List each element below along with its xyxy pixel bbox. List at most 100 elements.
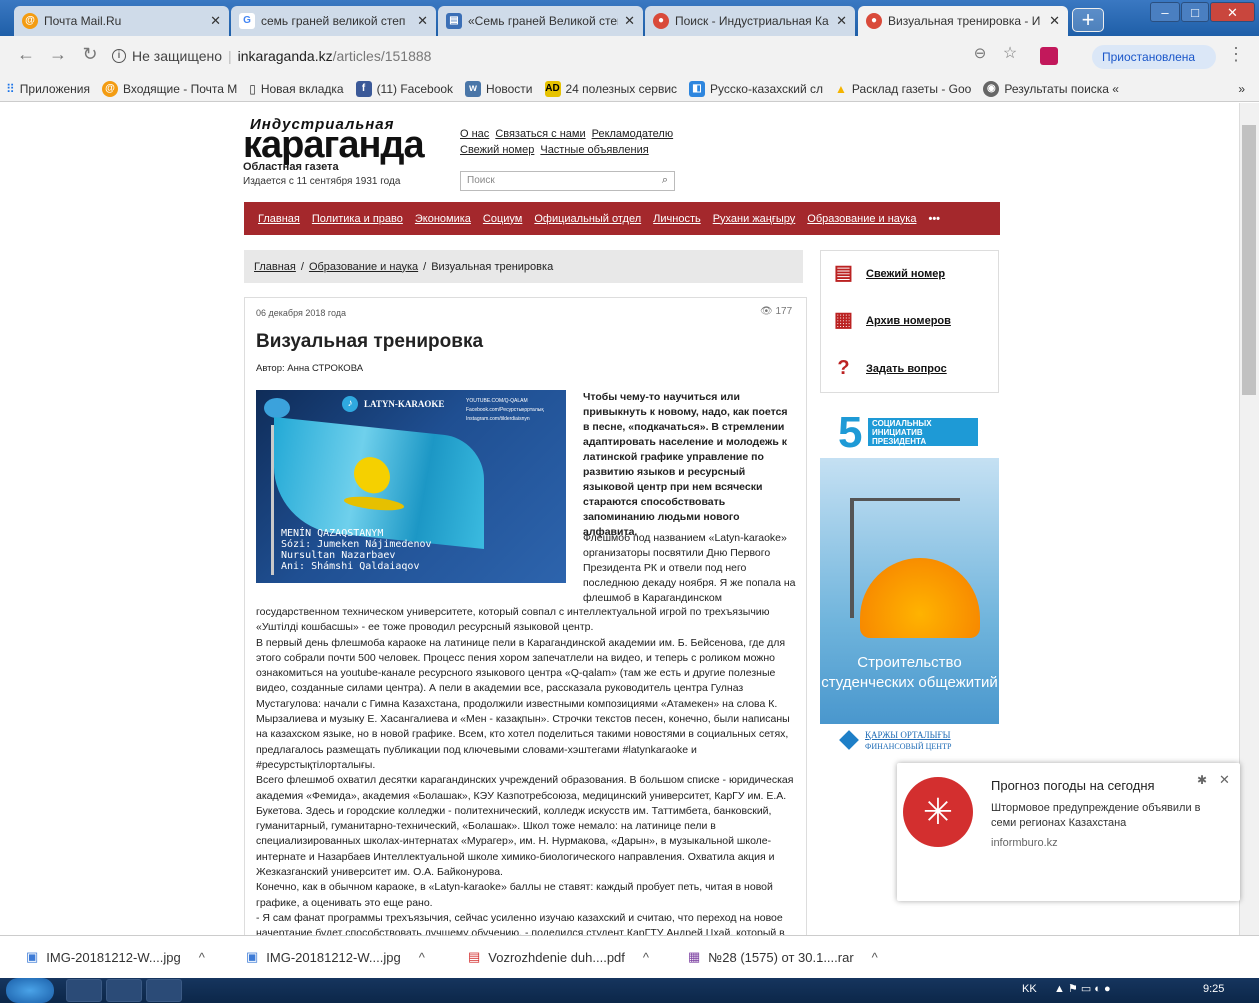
crumb-section[interactable]: Образование и наука	[309, 261, 418, 273]
close-icon[interactable]: ✕	[836, 13, 847, 29]
explorer-taskbar-icon[interactable]	[106, 979, 142, 1002]
link-classifieds[interactable]: Частные объявления	[540, 144, 648, 156]
close-icon[interactable]: ✕	[1219, 772, 1230, 788]
tray-icons[interactable]: ▲ ⚑ ▭ ◐ ●	[1054, 982, 1111, 995]
mailru-icon: @	[22, 13, 38, 29]
close-icon[interactable]: ✕	[210, 13, 221, 29]
download-item[interactable]: ▣ IMG-20181212-W....jpg ^	[246, 944, 425, 970]
apps-icon: ⠿	[6, 81, 15, 96]
nav-rukhani[interactable]: Рухани жаңғыру	[713, 213, 796, 225]
bookmark-label: 24 полезных сервис	[565, 81, 678, 96]
push-notification[interactable]: ✳ Прогноз погоды на сегодня Штормовое пр…	[897, 763, 1240, 901]
site-search-input[interactable]: Поиск ⌕	[460, 171, 675, 191]
crane-arm	[850, 498, 960, 501]
new-tab-button[interactable]: +	[1072, 8, 1104, 32]
nav-personality[interactable]: Личность	[653, 213, 701, 225]
gear-icon[interactable]: ✱	[1197, 773, 1207, 787]
close-icon[interactable]: ✕	[624, 13, 635, 29]
start-button[interactable]	[6, 978, 54, 1003]
image-links: YOUTUBE.COM/Q-QALAM Facebook.com/Ресурст…	[466, 397, 544, 424]
image-line: Sózi: Jumeken Nájimedenov	[281, 539, 432, 550]
music-icon: ♪	[342, 396, 358, 412]
banner-number: 5	[838, 408, 863, 457]
bookmark-services[interactable]: AD 24 полезных сервис	[539, 80, 684, 97]
banner-sponsor2: ФИНАНСОВЫЙ ЦЕНТР	[865, 742, 952, 751]
nav-official[interactable]: Официальный отдел	[534, 213, 641, 225]
bookmark-facebook[interactable]: f (11) Facebook	[350, 80, 459, 97]
zoom-icon[interactable]: ⊖	[970, 44, 990, 64]
back-icon[interactable]: ←	[16, 44, 36, 64]
nav-more[interactable]: •••	[928, 213, 940, 225]
url-field[interactable]: i Не защищено | inkaraganda.kz/articles/…	[112, 42, 1052, 70]
chevron-up-icon[interactable]: ^	[872, 950, 878, 965]
download-item[interactable]: ▦ №28 (1575) от 30.1....rar ^	[688, 944, 878, 970]
word-taskbar-icon[interactable]	[146, 979, 182, 1002]
nav-economy[interactable]: Экономика	[415, 213, 471, 225]
sidebar-item-fresh[interactable]: ▤ Свежий номер	[831, 261, 945, 286]
tab-google[interactable]: G семь граней великой степ ✕	[231, 6, 436, 36]
download-item[interactable]: ▤ Vozrozhdenie duh....pdf ^	[468, 944, 649, 970]
nav-politics[interactable]: Политика и право	[312, 213, 403, 225]
reload-icon[interactable]: ↻	[80, 44, 100, 64]
sidebar-banner[interactable]: 5 СОЦИАЛЬНЫХ ИНИЦИАТИВ ПРЕЗИДЕНТА Строит…	[820, 408, 999, 766]
profile-paused-button[interactable]: Приостановлена	[1092, 45, 1216, 69]
rar-file-icon: ▦	[688, 949, 701, 964]
close-icon[interactable]: ✕	[417, 13, 428, 29]
bookmark-label: Приложения	[19, 81, 91, 96]
scrollbar-thumb[interactable]	[1242, 125, 1256, 395]
bookmark-inbox[interactable]: @ Входящие - Почта М	[96, 80, 243, 97]
nav-education[interactable]: Образование и наука	[807, 213, 916, 225]
bookmark-newtab[interactable]: ▯ Новая вкладка	[243, 82, 349, 96]
chevron-up-icon[interactable]: ^	[199, 950, 205, 965]
notification-source: informburo.kz	[991, 837, 1058, 849]
close-icon[interactable]: ✕	[1049, 13, 1060, 29]
info-icon[interactable]: i	[112, 49, 126, 63]
chevron-up-icon[interactable]: ^	[643, 950, 649, 965]
more-bookmarks-icon[interactable]: »	[1238, 82, 1259, 96]
nav-society[interactable]: Социум	[483, 213, 522, 225]
google-icon: G	[239, 13, 255, 29]
top-links-row2: Свежий номер Частные объявления	[460, 144, 649, 156]
maximize-button[interactable]: □	[1181, 2, 1209, 22]
close-window-button[interactable]: ✕	[1210, 2, 1255, 22]
bookmark-news[interactable]: w Новости	[459, 80, 538, 97]
bookmark-drive[interactable]: ▲ Расклад газеты - Goo	[829, 82, 977, 96]
link-contact[interactable]: Связаться с нами	[495, 128, 585, 140]
search-icon[interactable]: ⌕	[662, 174, 668, 187]
sidebar-item-question[interactable]: ? Задать вопрос	[831, 356, 946, 381]
search-result-icon: ◉	[983, 80, 1000, 97]
chevron-up-icon[interactable]: ^	[419, 950, 425, 965]
clock[interactable]: 9:25	[1203, 983, 1224, 995]
bookmark-apps[interactable]: ⠿ Приложения	[0, 82, 96, 96]
tab-mailru[interactable]: @ Почта Mail.Ru ✕	[14, 6, 229, 36]
minimize-button[interactable]: –	[1150, 2, 1180, 22]
bookmark-label: (11) Facebook	[376, 81, 454, 96]
download-item[interactable]: ▣ IMG-20181212-W....jpg ^	[26, 944, 205, 970]
download-name: №28 (1575) от 30.1....rar	[708, 949, 854, 965]
crumb-home[interactable]: Главная	[254, 261, 296, 273]
menu-icon[interactable]: ⋮	[1226, 44, 1246, 64]
tab-active[interactable]: ● Визуальная тренировка - И ✕	[858, 6, 1068, 36]
article-lead: Чтобы чему-то научиться или привыкнуть к…	[583, 391, 788, 538]
tab-search[interactable]: ● Поиск - Индустриальная Ка ✕	[645, 6, 855, 36]
url-host: inkaraganda.kz	[237, 48, 333, 64]
article-image[interactable]: ♪ LATYN-KARAOKE YOUTUBE.COM/Q-QALAM Face…	[256, 390, 566, 583]
tab-doc[interactable]: ▤ «Семь граней Великой степ ✕	[438, 6, 643, 36]
star-icon[interactable]: ☆	[1000, 44, 1020, 64]
bookmark-dictionary[interactable]: ◧ Русско-казахский сл	[683, 80, 829, 97]
tab-strip: @ Почта Mail.Ru ✕ G семь граней великой …	[0, 0, 1259, 36]
sidebar-item-archive[interactable]: ▦ Архив номеров	[831, 308, 951, 333]
chrome-taskbar-icon[interactable]	[66, 979, 102, 1002]
extension-icon[interactable]	[1040, 47, 1058, 65]
link-advertisers[interactable]: Рекламодателю	[592, 128, 674, 140]
site-icon: ●	[653, 13, 669, 29]
bookmark-results[interactable]: ◉ Результаты поиска «	[977, 80, 1125, 97]
vk-icon: w	[465, 80, 482, 97]
forward-icon[interactable]: →	[48, 44, 68, 64]
link-fresh-issue[interactable]: Свежий номер	[460, 144, 534, 156]
tab-label: Поиск - Индустриальная Ка	[675, 14, 829, 28]
nav-home[interactable]: Главная	[258, 213, 300, 225]
link-about[interactable]: О нас	[460, 128, 489, 140]
language-indicator[interactable]: KK	[1022, 983, 1037, 995]
bookmark-label: Новости	[486, 81, 533, 96]
